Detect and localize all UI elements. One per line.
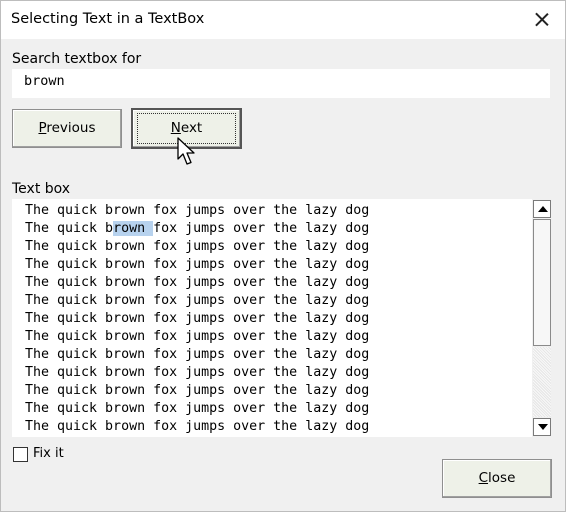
scroll-down-button[interactable] [533,418,551,436]
text-line: The quick brown fox jumps over the lazy … [25,203,370,218]
text-line: The quick brown fox jumps over the lazy … [25,275,370,290]
text-line: The quick brown fox jumps over the lazy … [25,419,370,434]
close-button[interactable]: Close [442,459,552,498]
search-label: Search textbox for [12,51,142,67]
title-bar: Selecting Text in a TextBox [1,1,565,39]
vertical-scrollbar[interactable] [532,199,552,437]
text-line: The quick brown fox jumps over the lazy … [25,347,370,362]
text-line: The quick brown fox jumps over the lazy … [25,257,370,272]
textbox-label: Text box [12,181,71,197]
fix-it-checkbox[interactable] [13,447,28,462]
previous-rest: revious [46,120,96,136]
selected-text: rown [113,221,154,236]
previous-button[interactable]: Previous [12,109,122,148]
text-line: The quick brown fox jumps over the lazy … [25,293,370,308]
close-accel: C [478,470,489,486]
scrollbar-track[interactable] [533,347,551,417]
mouse-pointer-icon [177,137,195,165]
text-before-selection: The quick b [25,221,114,236]
scroll-up-arrow-icon [538,206,548,212]
close-icon[interactable] [529,7,555,33]
scroll-down-arrow-icon [538,424,548,430]
scroll-up-button[interactable] [533,200,551,218]
fix-it-label[interactable]: Fix it [33,446,64,461]
text-line: The quick brown fox jumps over the lazy … [25,239,370,254]
text-line: The quick brown fox jumps over the lazy … [25,383,370,398]
search-input[interactable]: brown [12,69,550,98]
text-line: The quick brown fox jumps over the lazy … [25,329,370,344]
text-line: The quick brown fox jumps over the lazy … [25,365,370,380]
scrollbar-thumb[interactable] [533,219,551,346]
close-rest: lose [488,470,516,486]
text-line: The quick brown fox jumps over the lazy … [25,311,370,326]
text-line: The quick brown fox jumps over the lazy … [25,401,370,416]
window-title: Selecting Text in a TextBox [11,11,205,27]
text-after-selection: fox jumps over the lazy dog [153,221,370,236]
dialog-window: Selecting Text in a TextBox Search textb… [0,0,566,512]
text-box[interactable]: The quick brown fox jumps over the lazy … [12,199,552,437]
text-line-selected: The quick brown fox jumps over the lazy … [25,221,369,236]
